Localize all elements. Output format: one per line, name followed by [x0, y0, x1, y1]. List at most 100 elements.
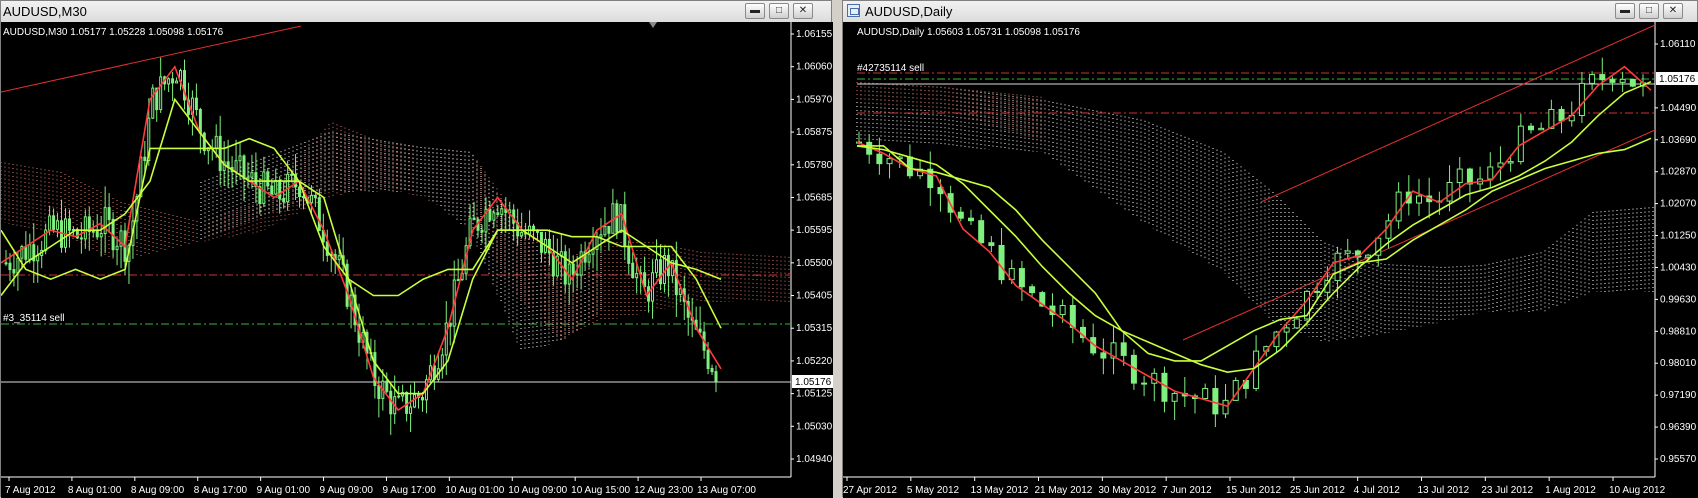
candle-body: [571, 263, 575, 275]
candle-body: [1120, 342, 1127, 356]
candle-body: [99, 232, 103, 238]
candle-body: [968, 217, 974, 222]
candle-body: [575, 273, 579, 276]
candle-body: [143, 156, 147, 162]
candle-body: [79, 237, 83, 240]
candle-body: [563, 251, 567, 285]
candle-body: [1212, 388, 1219, 415]
date-tick-label: 10 Aug 09:00: [508, 485, 567, 496]
titlebar-m30: AUDUSD,M30 ▬ □ ✕: [1, 1, 831, 23]
candle-body: [496, 212, 500, 216]
window-title: AUDUSD,Daily: [865, 4, 953, 19]
price-tick-label: 1.05125: [796, 389, 833, 400]
candle-body: [48, 215, 52, 231]
price-tick-label: 0.98810: [1660, 326, 1697, 337]
candle-body: [1334, 252, 1341, 282]
candle-body: [60, 220, 64, 248]
candle-body: [1589, 74, 1596, 84]
chart-background: [843, 22, 1698, 498]
candle-body: [175, 80, 179, 84]
candle-body: [377, 384, 381, 400]
candle-body: [198, 109, 202, 134]
chart-window-icon: [847, 4, 860, 17]
candle-body: [1456, 168, 1463, 184]
candle-body: [171, 78, 175, 84]
candle-body: [270, 185, 274, 195]
candle-body: [599, 234, 603, 238]
candle-body: [250, 172, 254, 178]
candle-body: [389, 390, 393, 415]
close-button[interactable]: ✕: [1663, 3, 1683, 19]
date-tick-label: 13 Aug 07:00: [697, 485, 756, 496]
price-tick-label: 0.99630: [1660, 294, 1697, 305]
candle-body: [1283, 327, 1290, 333]
date-tick-label: 7 Aug 2012: [5, 485, 56, 496]
candle-body: [262, 171, 266, 205]
date-tick-label: 25 Jun 2012: [1290, 485, 1345, 496]
candle-body: [278, 179, 282, 200]
candle-body: [698, 328, 702, 333]
candle-body: [635, 273, 639, 279]
candle-body: [655, 259, 659, 274]
order-label: #3_35114 sell: [3, 313, 65, 324]
close-button[interactable]: ✕: [793, 3, 813, 19]
candle-body: [28, 244, 32, 260]
maximize-button[interactable]: □: [769, 3, 789, 19]
date-tick-label: 21 May 2012: [1035, 485, 1093, 496]
candle-body: [710, 367, 714, 373]
candle-body: [444, 322, 448, 356]
candle-body: [52, 215, 56, 230]
candle-body: [1222, 399, 1229, 415]
price-tick-label: 0.97190: [1660, 390, 1697, 401]
candle-body: [95, 230, 99, 238]
order-label: #42735114 sell: [857, 63, 924, 74]
candle-body: [886, 158, 893, 165]
candle-body: [151, 87, 155, 119]
window-daily: AUDUSD,Daily ▬ □ ✕ AUDUSD,Daily 1.05603 …: [842, 0, 1698, 498]
price-tick-label: 1.05685: [796, 192, 833, 203]
date-tick-label: 13 Jul 2012: [1418, 485, 1470, 496]
price-tick-label: 1.06155: [796, 29, 833, 40]
price-tick-label: 1.05500: [796, 258, 833, 269]
date-tick-label: 8 Aug 17:00: [194, 485, 248, 496]
candle-body: [234, 160, 238, 173]
price-tick-label: 1.05220: [796, 356, 833, 367]
candle-body: [1100, 352, 1107, 359]
candle-body: [1599, 74, 1606, 81]
candle-body: [1629, 78, 1636, 87]
candle-body: [500, 208, 504, 216]
candle-body: [397, 395, 401, 398]
candle-body: [1253, 350, 1260, 389]
candle-body: [107, 207, 111, 220]
candle-body: [56, 220, 60, 230]
date-tick-label: 9 Aug 17:00: [382, 485, 436, 496]
candle-body: [385, 380, 389, 392]
candle-body: [405, 391, 409, 414]
chart-m30[interactable]: AUDUSD,M30 1.05177 1.05228 1.05098 1.051…: [1, 22, 833, 498]
candle-body: [1507, 161, 1514, 164]
candle-body: [1578, 82, 1585, 117]
price-tick-label: 1.04490: [1660, 103, 1697, 114]
candle-body: [1558, 108, 1565, 122]
candle-body: [1446, 182, 1453, 202]
candle-body: [480, 229, 484, 233]
candle-body: [1293, 318, 1300, 329]
candle-body: [67, 218, 71, 231]
price-tick-label: 1.05875: [796, 127, 833, 138]
candle-body: [309, 195, 313, 204]
minimize-button[interactable]: ▬: [745, 3, 765, 19]
chart-daily[interactable]: AUDUSD,Daily 1.05603 1.05731 1.05098 1.0…: [843, 22, 1698, 498]
ohlc-info: AUDUSD,Daily 1.05603 1.05731 1.05098 1.0…: [857, 27, 1080, 38]
candle-body: [1487, 166, 1494, 180]
candle-body: [1395, 191, 1402, 222]
candle-body: [194, 97, 198, 111]
minimize-button[interactable]: ▬: [1615, 3, 1635, 19]
maximize-button[interactable]: □: [1639, 3, 1659, 19]
date-tick-label: 4 Jul 2012: [1354, 485, 1401, 496]
ohlc-info: AUDUSD,M30 1.05177 1.05228 1.05098 1.051…: [3, 27, 224, 38]
date-tick-label: 8 Aug 01:00: [68, 485, 122, 496]
candle-body: [1528, 125, 1534, 131]
price-tick-label: 1.04940: [796, 454, 833, 465]
candle-body: [1069, 305, 1076, 328]
date-tick-label: 10 Aug 15:00: [571, 485, 630, 496]
